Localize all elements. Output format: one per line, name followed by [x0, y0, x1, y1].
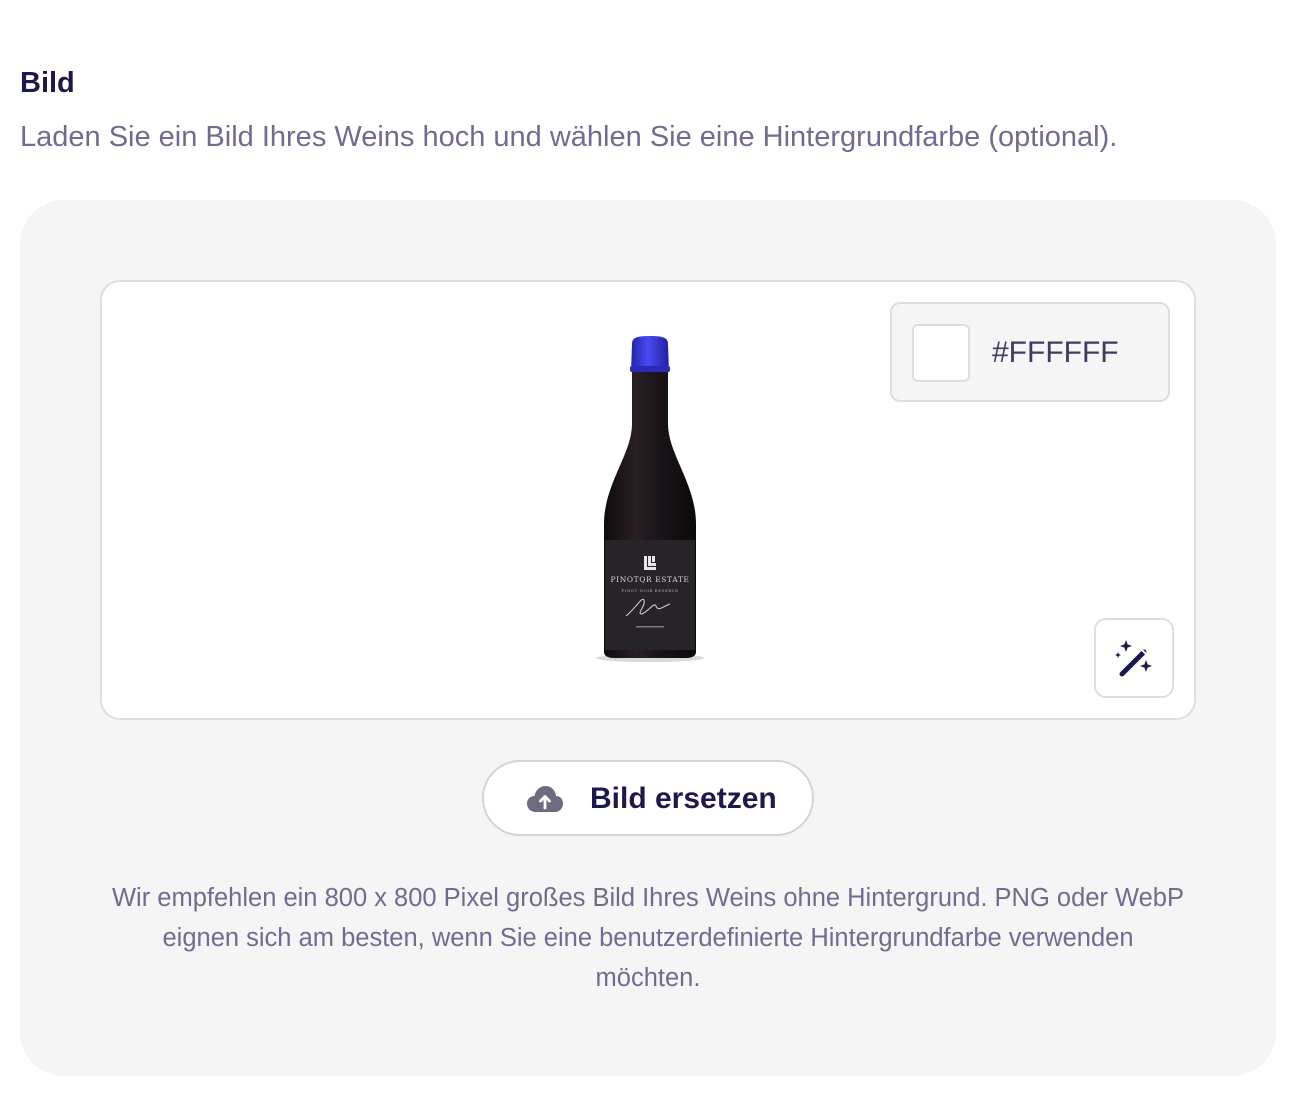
- image-preview: PINOTQR ESTATE PINOT NOIR RESERVE #FFFFF…: [100, 280, 1196, 720]
- section-subtitle: Laden Sie ein Bild Ihres Weins hoch und …: [20, 121, 1118, 153]
- bottle-sub-label: PINOT NOIR RESERVE: [622, 588, 679, 593]
- replace-image-label: Bild ersetzen: [590, 782, 777, 815]
- magic-wand-sparkles-icon: [1115, 640, 1152, 677]
- color-swatch[interactable]: [912, 324, 970, 382]
- color-hex-value[interactable]: #FFFFFF: [992, 334, 1119, 372]
- wine-bottle-image: PINOTQR ESTATE PINOT NOIR RESERVE: [596, 336, 704, 662]
- bottle-brand: PINOTQR ESTATE: [611, 575, 690, 584]
- background-color-picker[interactable]: #FFFFFF: [890, 302, 1170, 402]
- image-upload-card: PINOTQR ESTATE PINOT NOIR RESERVE #FFFFF…: [20, 200, 1276, 1076]
- section-title: Bild: [20, 67, 75, 99]
- replace-image-button[interactable]: Bild ersetzen: [482, 760, 814, 836]
- cloud-upload-icon: [527, 786, 563, 812]
- image-recommendation-hint: Wir empfehlen ein 800 x 800 Pixel großes…: [111, 884, 1184, 992]
- auto-enhance-button[interactable]: [1094, 618, 1174, 698]
